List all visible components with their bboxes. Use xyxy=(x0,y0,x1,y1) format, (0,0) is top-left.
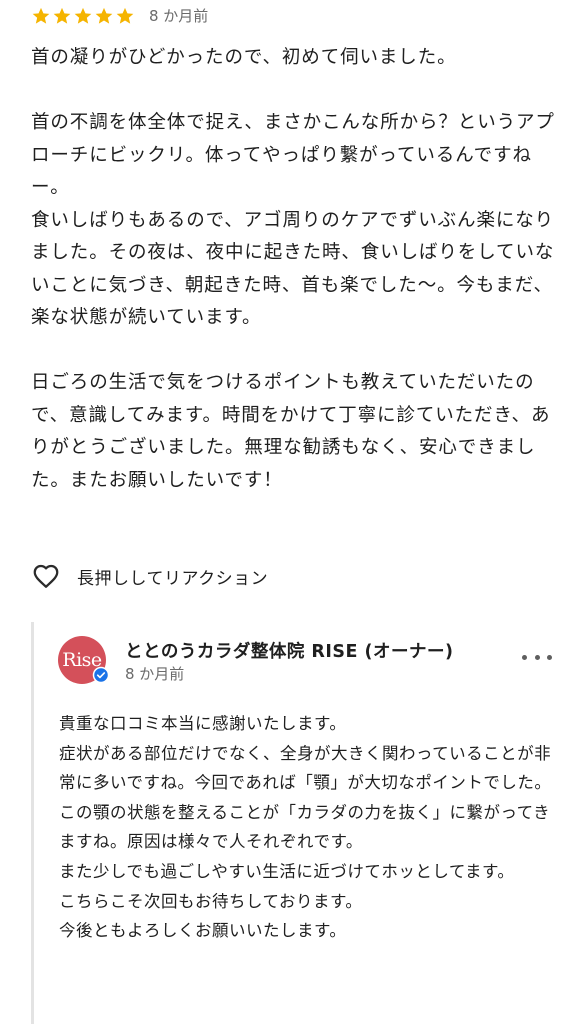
review-date: 8 か月前 xyxy=(149,7,209,25)
owner-reply-text: 貴重な口コミ本当に感謝いたします。 症状がある部位だけでなく、全身が大きく関わっ… xyxy=(59,709,559,946)
review-paragraph: 首の凝りがひどかったので、初めて伺いました。 xyxy=(31,47,457,68)
reply-line: 今後ともよろしくお願いいたします。 xyxy=(59,921,347,941)
review-paragraph: 日ごろの生活で気をつけるポイントも教えていただいたので、意識してみます。時間をか… xyxy=(31,372,551,491)
more-options-button[interactable] xyxy=(522,648,552,666)
star-rating xyxy=(31,6,135,26)
owner-reply: Rise ととのうカラダ整体院 RISE (オーナー) 8 か月前 貴重な口コミ… xyxy=(31,622,583,1024)
review-paragraph: 首の不調を体全体で捉え、まさかこんな所から？というアプローチにビックリ。体ってや… xyxy=(31,112,555,198)
reaction-label: 長押ししてリアクション xyxy=(77,568,269,589)
star-icon xyxy=(53,7,71,24)
more-horizontal-icon xyxy=(534,654,540,660)
review-rating-row: 8 か月前 xyxy=(31,6,208,26)
reply-line: 症状がある部位だけでなく、全身が大きく関わっていることが非常に多いですね。今回で… xyxy=(59,743,552,852)
review-paragraph: 食いしばりもあるので、アゴ周りのケアでずいぶん楽になりました。その夜は、夜中に起… xyxy=(31,209,555,329)
reply-line: また少しでも過ごしやすい生活に近づけてホッとしてます。 xyxy=(59,861,515,881)
owner-name[interactable]: ととのうカラダ整体院 RISE (オーナー) xyxy=(125,638,454,663)
reaction-button[interactable]: 長押ししてリアクション xyxy=(31,561,268,591)
star-icon xyxy=(116,7,134,24)
owner-reply-date: 8 か月前 xyxy=(125,665,185,683)
star-icon xyxy=(32,7,50,24)
heart-outline-icon xyxy=(33,564,59,588)
star-icon xyxy=(74,7,92,24)
more-horizontal-icon xyxy=(547,654,552,660)
star-icon xyxy=(95,7,113,24)
reply-line: 貴重な口コミ本当に感謝いたします。 xyxy=(59,714,347,733)
verified-check-icon xyxy=(92,666,110,684)
reply-line: こちらこそ次回もお待ちしております。 xyxy=(59,891,363,911)
review-text: 首の凝りがひどかったので、初めて伺いました。 首の不調を体全体で捉え、まさかこん… xyxy=(31,42,561,497)
more-horizontal-icon xyxy=(522,654,527,660)
